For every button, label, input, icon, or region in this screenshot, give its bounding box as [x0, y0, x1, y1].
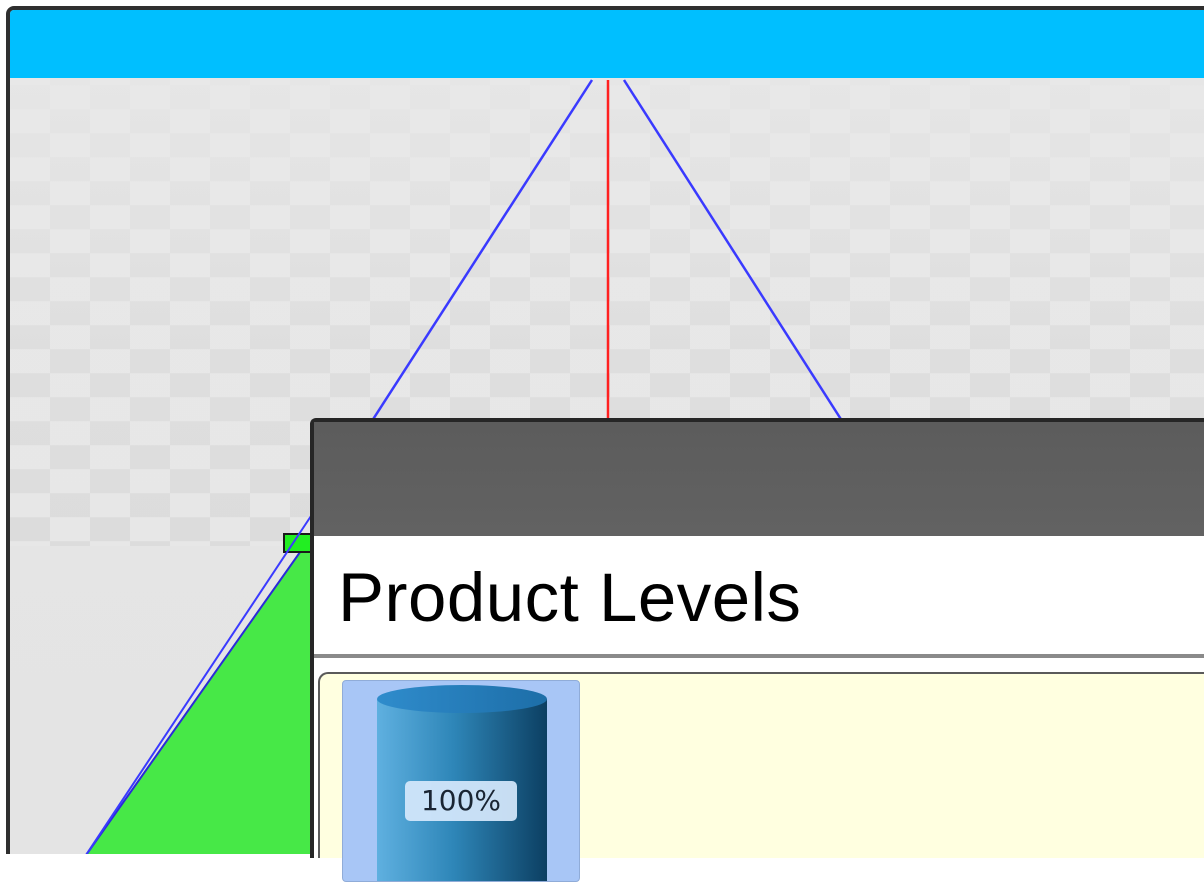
tank-top — [377, 685, 547, 713]
product-levels-panel[interactable]: Product Levels 100% — [310, 418, 1204, 882]
panel-titlebar[interactable] — [314, 422, 1204, 536]
panel-heading: Product Levels — [314, 536, 1204, 658]
level-area: 100% — [318, 672, 1204, 882]
tank-tile[interactable]: 100% — [342, 680, 580, 882]
panel-title: Product Levels — [338, 559, 802, 636]
sky-band — [10, 10, 1204, 78]
tank-level-label: 100% — [405, 781, 517, 821]
